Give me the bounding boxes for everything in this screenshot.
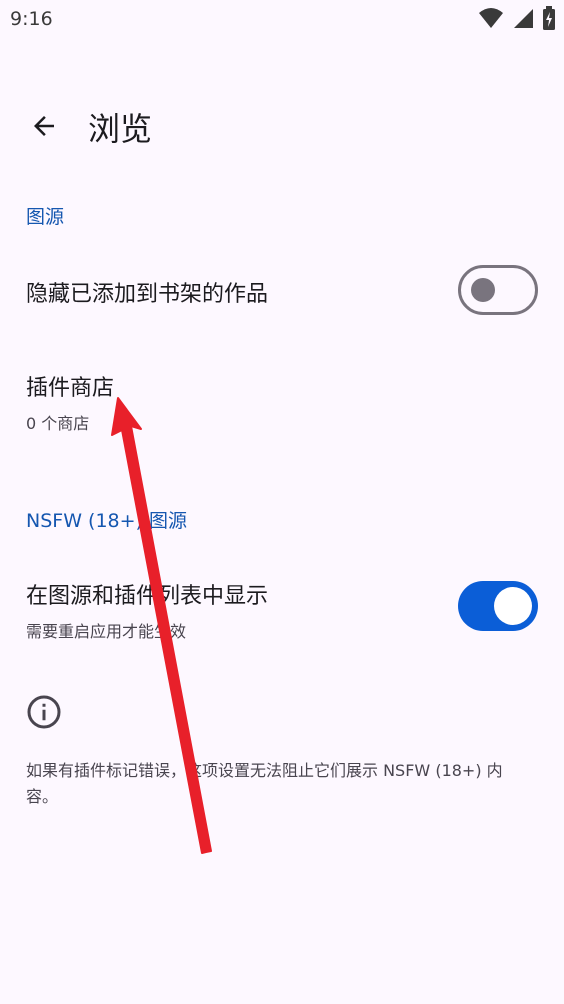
switch-thumb bbox=[494, 587, 532, 625]
hide-in-library-title: 隐藏已添加到书架的作品 bbox=[26, 282, 269, 307]
arrow-back-icon bbox=[34, 116, 54, 136]
extension-repos-summary: 0 个商店 bbox=[26, 414, 90, 433]
status-icons bbox=[478, 6, 556, 30]
section-header-sources: 图源 bbox=[26, 206, 65, 228]
battery-icon bbox=[543, 6, 555, 30]
wifi-icon bbox=[479, 8, 503, 28]
cell-signal-icon bbox=[514, 9, 533, 28]
annotation-arrow bbox=[111, 397, 212, 854]
page-title: 浏览 bbox=[88, 110, 153, 148]
info-icon bbox=[27, 695, 61, 729]
status-bar: 9:16 bbox=[0, 0, 564, 40]
show-nsfw-summary: 需要重启应用才能生效 bbox=[26, 622, 187, 641]
hide-in-library-switch[interactable] bbox=[458, 265, 538, 315]
back-button[interactable] bbox=[22, 106, 66, 146]
section-header-nsfw: NSFW (18+) 图源 bbox=[26, 510, 187, 532]
extension-repos-title: 插件商店 bbox=[26, 376, 115, 401]
nsfw-info-text: 如果有插件标记错误，这项设置无法阻止它们展示 NSFW (18+) 内容。 bbox=[26, 761, 503, 806]
show-nsfw-title: 在图源和插件列表中显示 bbox=[26, 584, 269, 609]
show-nsfw-switch[interactable] bbox=[458, 581, 538, 631]
status-time: 9:16 bbox=[10, 8, 53, 30]
switch-thumb bbox=[471, 278, 495, 302]
browse-settings-screen: 9:16 浏览 图源 隐藏已添加到书架的作品 插件商店 0 个商店 NSFW (… bbox=[0, 0, 564, 1004]
